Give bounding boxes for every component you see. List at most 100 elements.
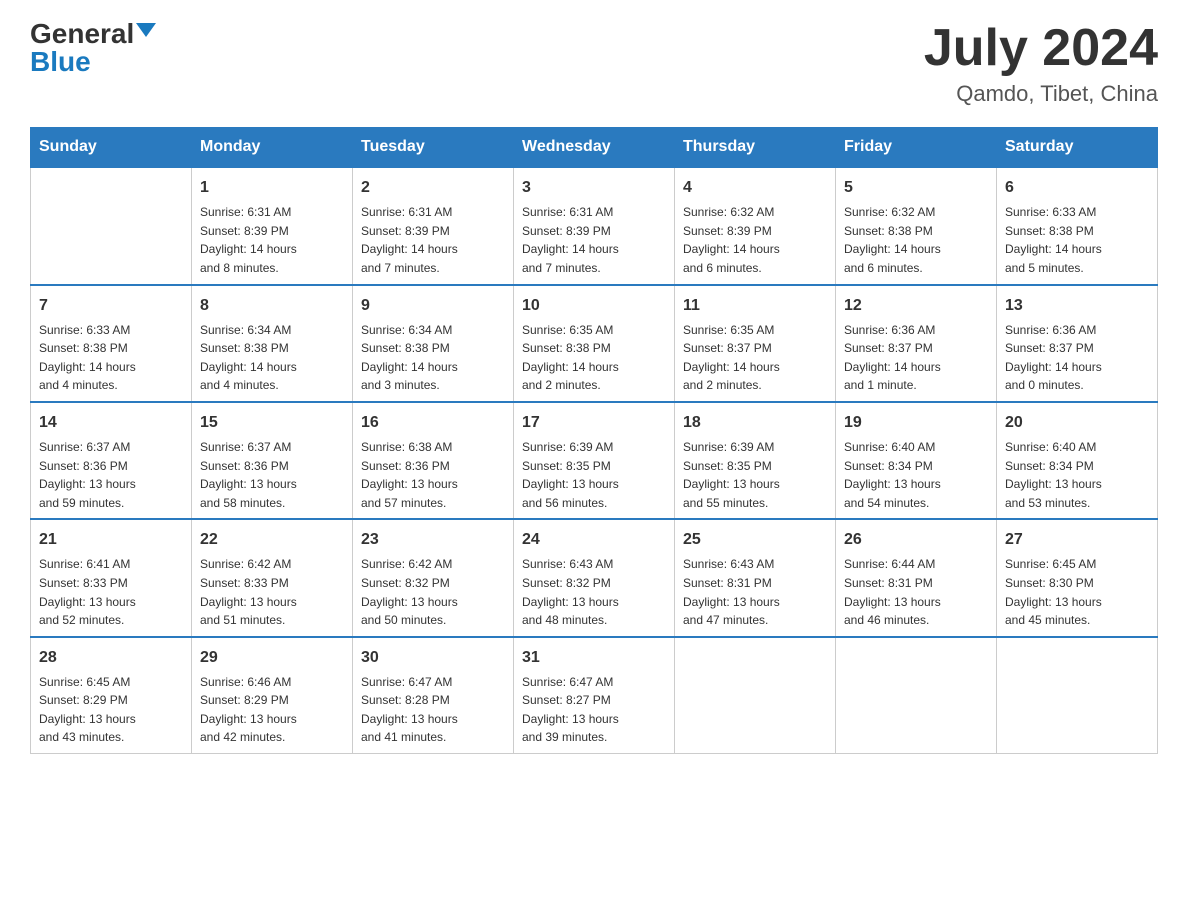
calendar-day-cell: 29 Sunrise: 6:46 AM Sunset: 8:29 PM Dayli… — [192, 637, 353, 754]
calendar-day-cell: 27 Sunrise: 6:45 AM Sunset: 8:30 PM Dayli… — [997, 519, 1158, 636]
calendar-day-cell: 16 Sunrise: 6:38 AM Sunset: 8:36 PM Dayli… — [353, 402, 514, 519]
day-number: 6 — [1005, 176, 1149, 200]
calendar-day-cell: 17Sunrise: 6:39 AM Sunset: 8:35 PM Dayli… — [514, 402, 675, 519]
day-info-text: Sunrise: 6:41 AM Sunset: 8:33 PM Dayligh… — [39, 555, 183, 629]
day-number: 2 — [361, 176, 505, 200]
day-info-text: Sunrise: 6:37 AM Sunset: 8:36 PM Dayligh… — [39, 438, 183, 512]
day-number: 27 — [1005, 528, 1149, 552]
calendar-day-cell: 1 Sunrise: 6:31 AM Sunset: 8:39 PM Daylig… — [192, 167, 353, 284]
day-number: 18 — [683, 411, 827, 435]
day-info-text: Sunrise: 6:38 AM Sunset: 8:36 PM Dayligh… — [361, 438, 505, 512]
logo-general-text: General — [30, 20, 134, 48]
calendar-day-cell: 4 Sunrise: 6:32 AM Sunset: 8:39 PM Daylig… — [675, 167, 836, 284]
title-section: July 2024 Qamdo, Tibet, China — [924, 20, 1158, 107]
day-info-text: Sunrise: 6:47 AM Sunset: 8:28 PM Dayligh… — [361, 673, 505, 747]
day-number: 1 — [200, 176, 344, 200]
page-header: General Blue July 2024 Qamdo, Tibet, Chi… — [30, 20, 1158, 107]
day-info-text: Sunrise: 6:45 AM Sunset: 8:30 PM Dayligh… — [1005, 555, 1149, 629]
calendar-day-cell: 14 Sunrise: 6:37 AM Sunset: 8:36 PM Dayli… — [31, 402, 192, 519]
calendar-day-cell: 5 Sunrise: 6:32 AM Sunset: 8:38 PM Daylig… — [836, 167, 997, 284]
day-info-text: Sunrise: 6:31 AM Sunset: 8:39 PM Dayligh… — [361, 203, 505, 277]
calendar-week-row: 28Sunrise: 6:45 AM Sunset: 8:29 PM Dayli… — [31, 637, 1158, 754]
calendar-day-cell: 12Sunrise: 6:36 AM Sunset: 8:37 PM Dayli… — [836, 285, 997, 402]
calendar-week-row: 21 Sunrise: 6:41 AM Sunset: 8:33 PM Dayli… — [31, 519, 1158, 636]
day-number: 9 — [361, 294, 505, 318]
calendar-day-cell: 2 Sunrise: 6:31 AM Sunset: 8:39 PM Daylig… — [353, 167, 514, 284]
day-number: 23 — [361, 528, 505, 552]
day-of-week-header: Monday — [192, 128, 353, 168]
day-info-text: Sunrise: 6:37 AM Sunset: 8:36 PM Dayligh… — [200, 438, 344, 512]
calendar-day-cell — [675, 637, 836, 754]
day-info-text: Sunrise: 6:42 AM Sunset: 8:33 PM Dayligh… — [200, 555, 344, 629]
day-info-text: Sunrise: 6:34 AM Sunset: 8:38 PM Dayligh… — [200, 321, 344, 395]
day-number: 26 — [844, 528, 988, 552]
day-number: 24 — [522, 528, 666, 552]
day-of-week-header: Thursday — [675, 128, 836, 168]
day-info-text: Sunrise: 6:33 AM Sunset: 8:38 PM Dayligh… — [39, 321, 183, 395]
calendar-day-cell: 24Sunrise: 6:43 AM Sunset: 8:32 PM Dayli… — [514, 519, 675, 636]
day-number: 13 — [1005, 294, 1149, 318]
day-info-text: Sunrise: 6:47 AM Sunset: 8:27 PM Dayligh… — [522, 673, 666, 747]
calendar-day-cell: 26 Sunrise: 6:44 AM Sunset: 8:31 PM Dayli… — [836, 519, 997, 636]
day-info-text: Sunrise: 6:35 AM Sunset: 8:37 PM Dayligh… — [683, 321, 827, 395]
calendar-day-cell — [31, 167, 192, 284]
day-number: 14 — [39, 411, 183, 435]
calendar-week-row: 14 Sunrise: 6:37 AM Sunset: 8:36 PM Dayli… — [31, 402, 1158, 519]
day-info-text: Sunrise: 6:39 AM Sunset: 8:35 PM Dayligh… — [683, 438, 827, 512]
calendar-day-cell: 8Sunrise: 6:34 AM Sunset: 8:38 PM Daylig… — [192, 285, 353, 402]
day-number: 19 — [844, 411, 988, 435]
day-info-text: Sunrise: 6:40 AM Sunset: 8:34 PM Dayligh… — [844, 438, 988, 512]
day-number: 7 — [39, 294, 183, 318]
day-info-text: Sunrise: 6:40 AM Sunset: 8:34 PM Dayligh… — [1005, 438, 1149, 512]
calendar-week-row: 7 Sunrise: 6:33 AM Sunset: 8:38 PM Daylig… — [31, 285, 1158, 402]
day-number: 10 — [522, 294, 666, 318]
calendar-day-cell: 3 Sunrise: 6:31 AM Sunset: 8:39 PM Daylig… — [514, 167, 675, 284]
calendar-day-cell: 10 Sunrise: 6:35 AM Sunset: 8:38 PM Dayli… — [514, 285, 675, 402]
day-info-text: Sunrise: 6:32 AM Sunset: 8:38 PM Dayligh… — [844, 203, 988, 277]
day-info-text: Sunrise: 6:35 AM Sunset: 8:38 PM Dayligh… — [522, 321, 666, 395]
day-info-text: Sunrise: 6:43 AM Sunset: 8:31 PM Dayligh… — [683, 555, 827, 629]
day-number: 31 — [522, 646, 666, 670]
calendar-day-cell: 22 Sunrise: 6:42 AM Sunset: 8:33 PM Dayli… — [192, 519, 353, 636]
day-number: 16 — [361, 411, 505, 435]
day-number: 21 — [39, 528, 183, 552]
calendar-day-cell: 11 Sunrise: 6:35 AM Sunset: 8:37 PM Dayli… — [675, 285, 836, 402]
day-of-week-header: Tuesday — [353, 128, 514, 168]
day-number: 29 — [200, 646, 344, 670]
day-of-week-header: Wednesday — [514, 128, 675, 168]
day-info-text: Sunrise: 6:36 AM Sunset: 8:37 PM Dayligh… — [1005, 321, 1149, 395]
day-info-text: Sunrise: 6:31 AM Sunset: 8:39 PM Dayligh… — [522, 203, 666, 277]
day-number: 15 — [200, 411, 344, 435]
day-number: 30 — [361, 646, 505, 670]
calendar-day-cell: 23 Sunrise: 6:42 AM Sunset: 8:32 PM Dayli… — [353, 519, 514, 636]
day-number: 4 — [683, 176, 827, 200]
day-number: 20 — [1005, 411, 1149, 435]
calendar-day-cell: 28Sunrise: 6:45 AM Sunset: 8:29 PM Dayli… — [31, 637, 192, 754]
day-number: 5 — [844, 176, 988, 200]
day-info-text: Sunrise: 6:39 AM Sunset: 8:35 PM Dayligh… — [522, 438, 666, 512]
day-info-text: Sunrise: 6:46 AM Sunset: 8:29 PM Dayligh… — [200, 673, 344, 747]
day-info-text: Sunrise: 6:45 AM Sunset: 8:29 PM Dayligh… — [39, 673, 183, 747]
calendar-day-cell: 31 Sunrise: 6:47 AM Sunset: 8:27 PM Dayli… — [514, 637, 675, 754]
day-info-text: Sunrise: 6:32 AM Sunset: 8:39 PM Dayligh… — [683, 203, 827, 277]
calendar-week-row: 1 Sunrise: 6:31 AM Sunset: 8:39 PM Daylig… — [31, 167, 1158, 284]
calendar-header-row: SundayMondayTuesdayWednesdayThursdayFrid… — [31, 128, 1158, 168]
day-number: 22 — [200, 528, 344, 552]
calendar-day-cell: 30 Sunrise: 6:47 AM Sunset: 8:28 PM Dayli… — [353, 637, 514, 754]
calendar-day-cell — [836, 637, 997, 754]
day-number: 3 — [522, 176, 666, 200]
month-year-title: July 2024 — [924, 20, 1158, 77]
logo: General Blue — [30, 20, 156, 76]
calendar-table: SundayMondayTuesdayWednesdayThursdayFrid… — [30, 127, 1158, 754]
day-info-text: Sunrise: 6:42 AM Sunset: 8:32 PM Dayligh… — [361, 555, 505, 629]
calendar-day-cell: 21 Sunrise: 6:41 AM Sunset: 8:33 PM Dayli… — [31, 519, 192, 636]
logo-triangle-icon — [136, 23, 156, 37]
calendar-day-cell: 19 Sunrise: 6:40 AM Sunset: 8:34 PM Dayli… — [836, 402, 997, 519]
day-number: 11 — [683, 294, 827, 318]
calendar-day-cell: 20 Sunrise: 6:40 AM Sunset: 8:34 PM Dayli… — [997, 402, 1158, 519]
day-of-week-header: Sunday — [31, 128, 192, 168]
day-info-text: Sunrise: 6:44 AM Sunset: 8:31 PM Dayligh… — [844, 555, 988, 629]
calendar-day-cell — [997, 637, 1158, 754]
day-info-text: Sunrise: 6:31 AM Sunset: 8:39 PM Dayligh… — [200, 203, 344, 277]
calendar-day-cell: 18 Sunrise: 6:39 AM Sunset: 8:35 PM Dayli… — [675, 402, 836, 519]
